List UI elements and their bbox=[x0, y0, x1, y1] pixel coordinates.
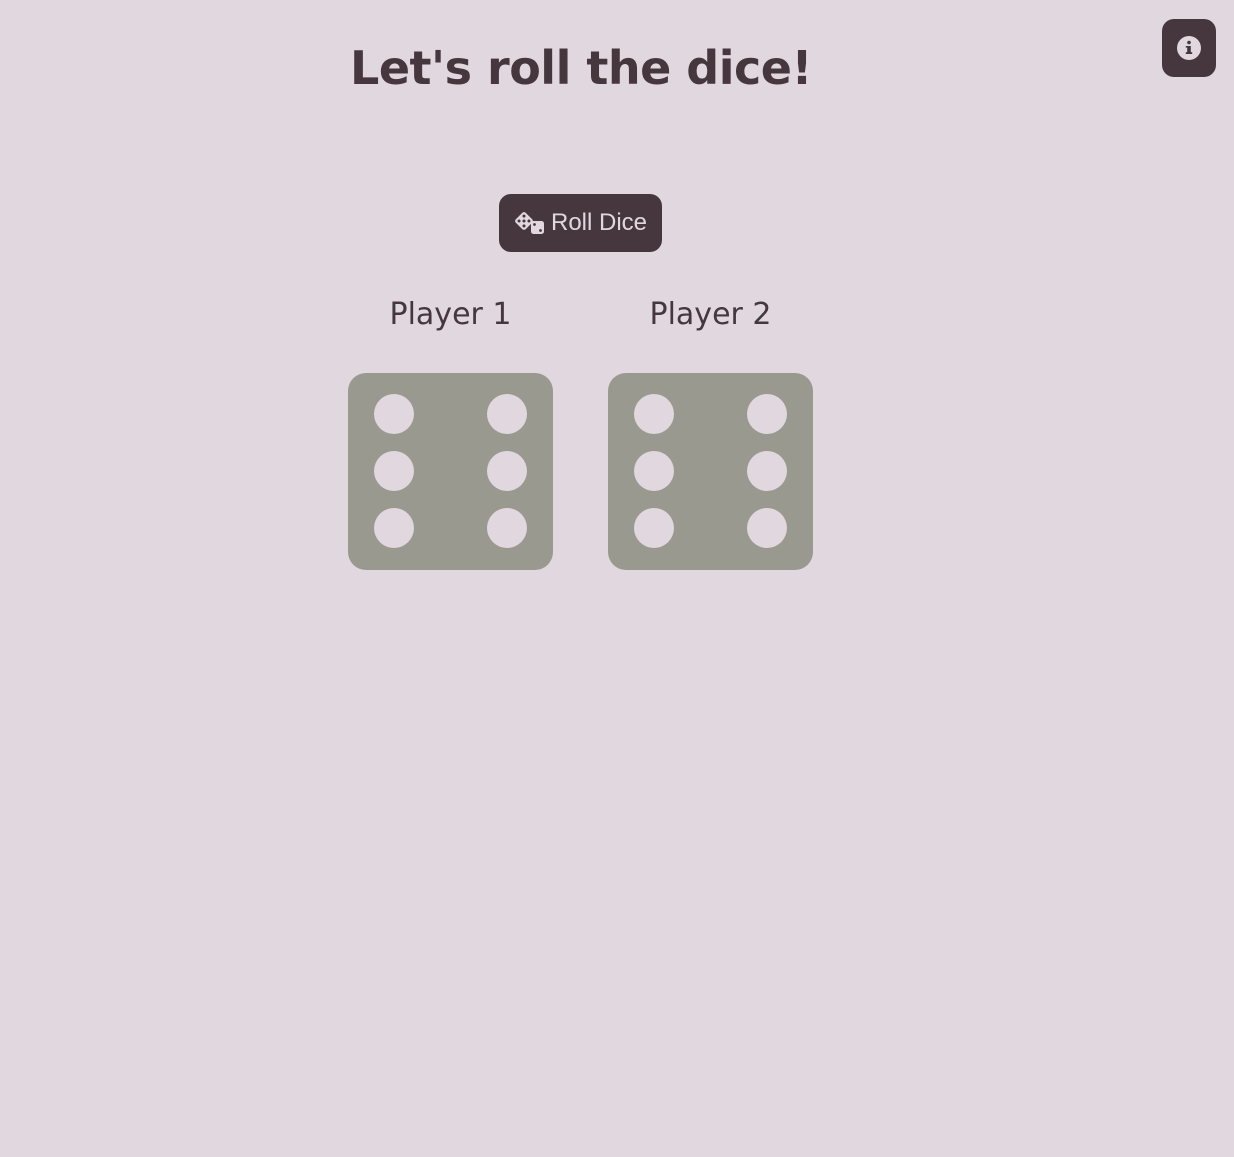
die-pip bbox=[374, 451, 414, 491]
player-1-die bbox=[348, 373, 553, 570]
player-2-panel: Player 2 bbox=[608, 290, 813, 570]
die-pip bbox=[374, 508, 414, 548]
dice-icon bbox=[515, 212, 544, 234]
die-pip bbox=[747, 394, 787, 434]
die-pip bbox=[634, 394, 674, 434]
player-1-panel: Player 1 bbox=[348, 290, 553, 570]
die-pip bbox=[487, 451, 527, 491]
die-pip bbox=[747, 451, 787, 491]
info-button[interactable] bbox=[1162, 19, 1216, 77]
die-pip bbox=[634, 451, 674, 491]
roll-dice-button[interactable]: Roll Dice bbox=[499, 194, 662, 252]
player-2-name: Player 2 bbox=[649, 297, 772, 332]
roll-dice-label: Roll Dice bbox=[550, 209, 648, 236]
player-1-name: Player 1 bbox=[389, 297, 512, 332]
die-pip bbox=[747, 508, 787, 548]
die-pip bbox=[634, 508, 674, 548]
die-pip bbox=[487, 394, 527, 434]
die-pip bbox=[374, 394, 414, 434]
info-circle-icon bbox=[1177, 36, 1201, 60]
die-pip bbox=[487, 508, 527, 548]
page-title: Let's roll the dice! bbox=[350, 41, 812, 95]
player-2-die bbox=[608, 373, 813, 570]
